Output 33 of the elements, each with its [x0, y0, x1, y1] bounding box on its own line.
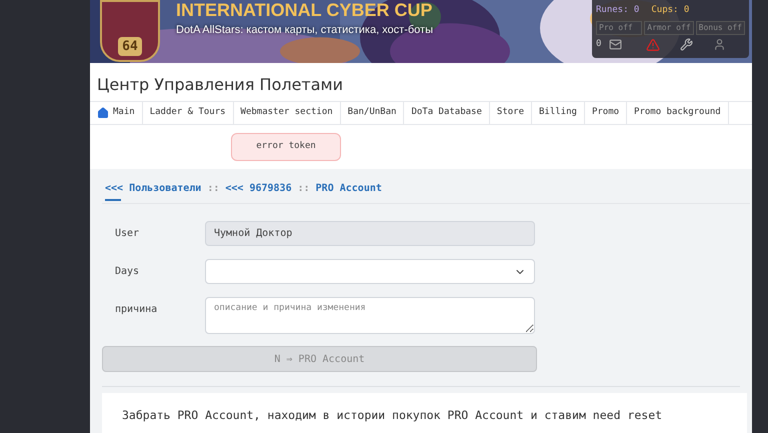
- level-badge: 64: [100, 0, 160, 62]
- field-label: User: [114, 227, 140, 241]
- note-text: Забрать PRO Account, находим в истории покупок PRO Account и ставим need reset: [122, 407, 664, 424]
- home-icon: [97, 106, 109, 119]
- nav-tab[interactable]: Main: [90, 102, 143, 124]
- breadcrumb-separator: ::: [207, 182, 220, 196]
- wrench-icon[interactable]: [680, 38, 694, 51]
- nav-tab[interactable]: DoTa Database: [404, 102, 490, 124]
- nav-tab[interactable]: Ladder & Tours: [142, 102, 234, 124]
- cups-count: Cups: 0: [651, 4, 690, 17]
- banner-subtitle: DotA AllStars: кастом карты, статистика, хост-боты: [176, 23, 433, 38]
- runes-count: Runes: 0: [596, 4, 640, 17]
- user-field: Чумной Доктор: [205, 221, 535, 246]
- breadcrumb-link[interactable]: <<< Пользователи: [105, 180, 202, 196]
- user-icon[interactable]: [713, 38, 726, 51]
- breadcrumb-link[interactable]: PRO Account: [316, 180, 382, 196]
- field-label: причина: [114, 303, 158, 317]
- breadcrumb-separator: ::: [298, 182, 310, 196]
- nav-tab[interactable]: Billing: [532, 102, 585, 124]
- message-count: 0: [596, 38, 602, 51]
- nav-tab[interactable]: Promo: [584, 102, 628, 124]
- mail-icon[interactable]: [609, 38, 622, 51]
- breadcrumb-link[interactable]: <<< 9679836: [225, 180, 292, 196]
- warning-icon[interactable]: [646, 38, 660, 52]
- field-label: Days: [114, 265, 140, 279]
- nav-tab[interactable]: Webmaster section: [234, 102, 341, 124]
- nav-tab[interactable]: Ban/UnBan: [340, 102, 404, 124]
- nav-tab[interactable]: Promo background: [627, 102, 729, 124]
- reason-field[interactable]: описание и причина изменения: [205, 297, 535, 334]
- nav-tab[interactable]: Store: [490, 102, 532, 124]
- banner-title: INTERNATIONAL CYBER CUP: [176, 0, 433, 20]
- page-title: Центр Управления Полетами: [97, 74, 344, 96]
- error-alert: error token: [231, 132, 341, 161]
